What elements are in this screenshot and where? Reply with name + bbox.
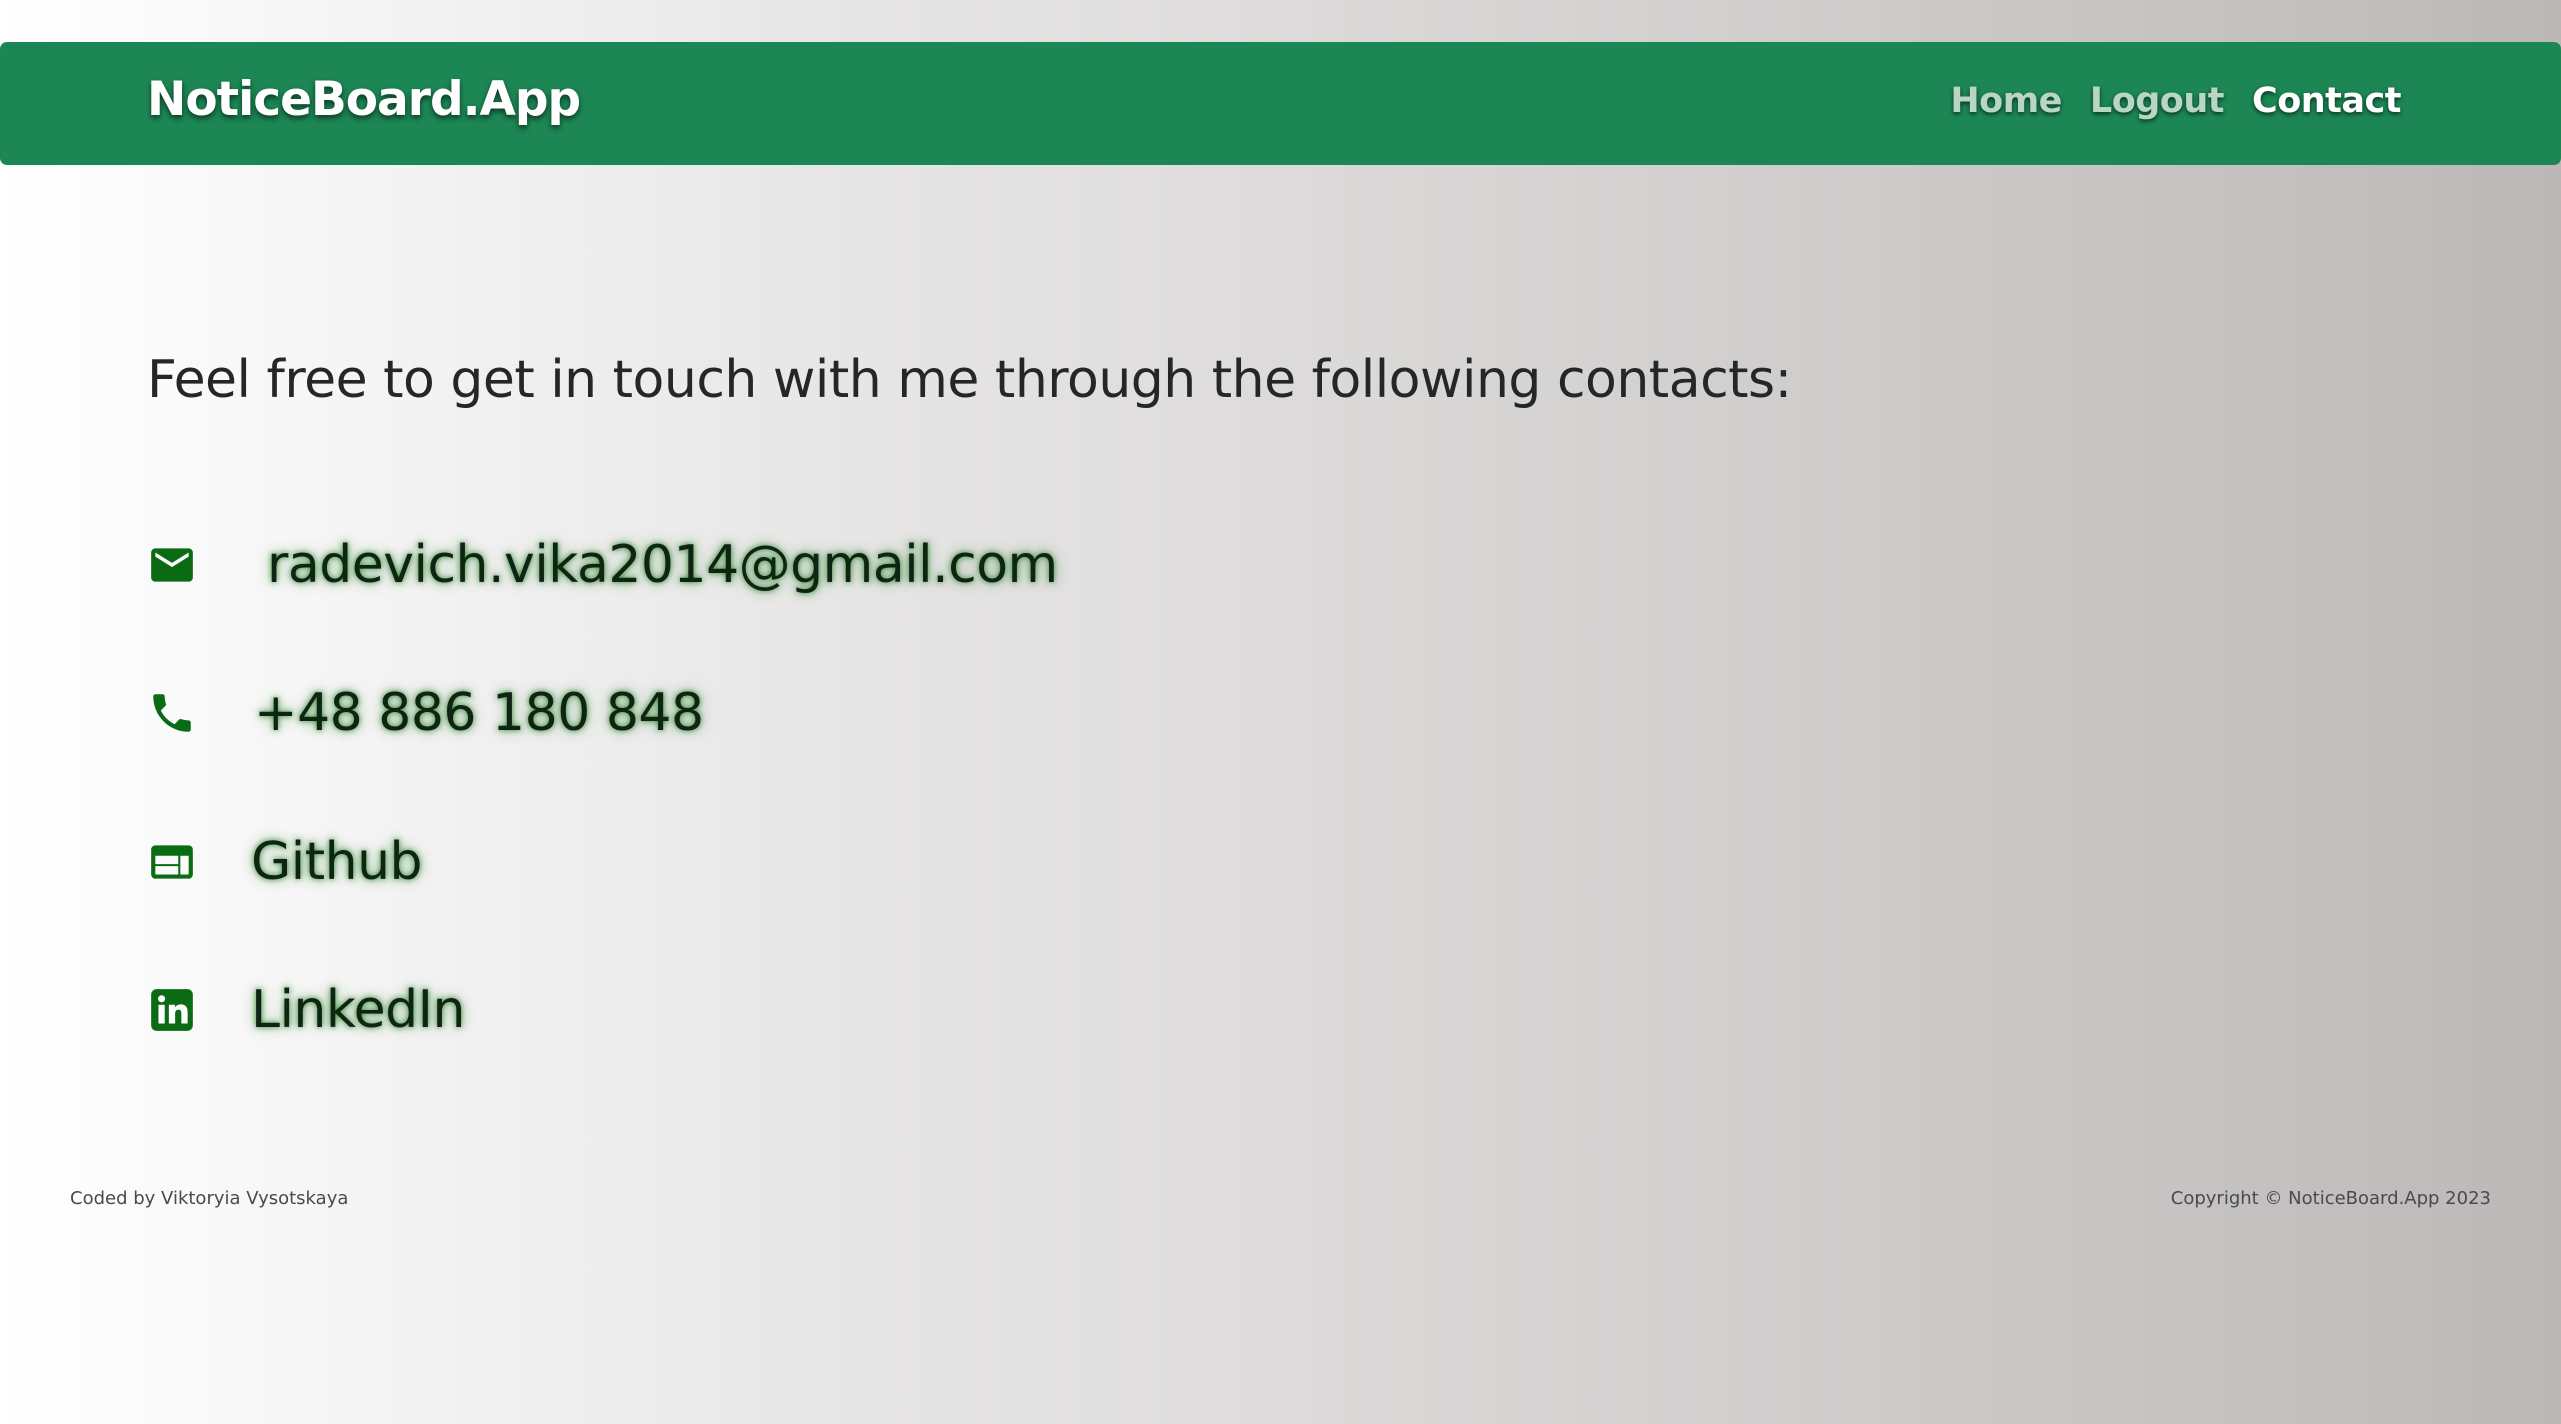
phone-icon — [147, 688, 197, 738]
contact-github[interactable]: Github — [147, 832, 423, 892]
nav-links: Home Logout Contact — [1950, 81, 2401, 121]
email-icon — [147, 540, 197, 590]
linkedin-icon — [147, 985, 197, 1035]
navbar: NoticeBoard.App Home Logout Contact — [0, 42, 2561, 165]
contact-email[interactable]: radevich.vika2014@gmail.com — [147, 535, 1058, 595]
phone-link[interactable]: +48 886 180 848 — [254, 683, 704, 743]
web-icon — [147, 837, 197, 887]
footer-credit: Coded by Viktoryia Vysotskaya — [70, 1188, 349, 1209]
contact-intro-text: Feel free to get in touch with me throug… — [147, 350, 1792, 410]
brand-logo[interactable]: NoticeBoard.App — [147, 72, 581, 127]
nav-home-link[interactable]: Home — [1950, 81, 2062, 121]
email-link[interactable]: radevich.vika2014@gmail.com — [267, 535, 1058, 595]
nav-logout-link[interactable]: Logout — [2090, 81, 2225, 121]
contact-linkedin[interactable]: LinkedIn — [147, 980, 465, 1040]
linkedin-link[interactable]: LinkedIn — [251, 980, 465, 1040]
contact-phone[interactable]: +48 886 180 848 — [147, 683, 704, 743]
github-link[interactable]: Github — [251, 832, 423, 892]
nav-contact-link[interactable]: Contact — [2252, 81, 2401, 121]
footer-copyright: Copyright © NoticeBoard.App 2023 — [2170, 1188, 2491, 1209]
